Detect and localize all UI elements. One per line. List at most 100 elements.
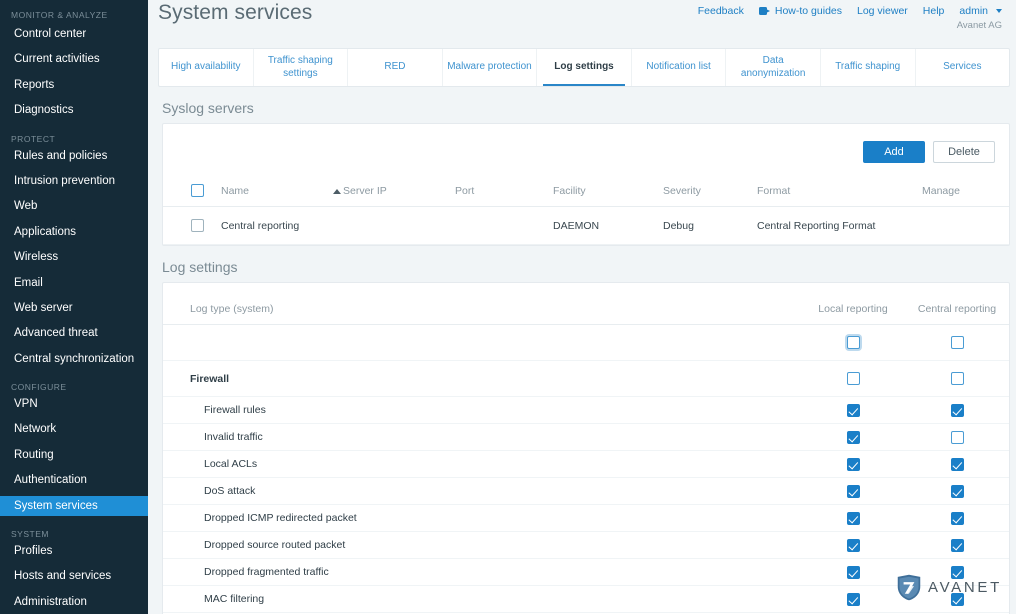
sidebar-item-web-server[interactable]: Web server bbox=[0, 298, 148, 318]
sidebar-item-administration[interactable]: Administration bbox=[0, 592, 148, 612]
tab-traffic-shaping-settings[interactable]: Traffic shaping settings bbox=[254, 49, 349, 86]
local-reporting-checkbox-mac-filtering-cell bbox=[801, 586, 905, 613]
sidebar-item-diagnostics[interactable]: Diagnostics bbox=[0, 100, 148, 120]
sidebar-item-system-services[interactable]: System services bbox=[0, 496, 148, 516]
sidebar-group-title: MONITOR & ANALYZE bbox=[0, 0, 148, 24]
master-local-reporting-checkbox[interactable] bbox=[847, 336, 860, 349]
row-manage bbox=[922, 207, 1009, 245]
column-header-port[interactable]: Port bbox=[455, 180, 553, 207]
tab-high-availability[interactable]: High availability bbox=[159, 49, 254, 86]
how-to-guides-link[interactable]: How-to guides bbox=[759, 5, 842, 17]
local-reporting-checkbox-dropped-icmp-redirected-packet[interactable] bbox=[847, 512, 860, 525]
log-type-label-dropped-source-routed-packet: Dropped source routed packet bbox=[163, 532, 801, 559]
tab-traffic-shaping[interactable]: Traffic shaping bbox=[821, 49, 916, 86]
local-reporting-checkbox-dropped-fragmented-traffic[interactable] bbox=[847, 566, 860, 579]
tab-services[interactable]: Services bbox=[916, 49, 1010, 86]
central-reporting-checkbox-dropped-fragmented-traffic-cell bbox=[905, 559, 1009, 586]
master-central-reporting-checkbox-cell bbox=[905, 325, 1009, 361]
log-group-row: Firewall bbox=[163, 361, 1009, 397]
sidebar-group: MONITOR & ANALYZEControl center Current a… bbox=[0, 0, 148, 120]
sidebar-item-central-synchronization[interactable]: Central synchronization bbox=[0, 349, 148, 369]
master-central-reporting-checkbox[interactable] bbox=[951, 336, 964, 349]
log-type-row: Dropped ICMP redirected packet bbox=[163, 505, 1009, 532]
application-window: MONITOR & ANALYZEControl center Current a… bbox=[0, 0, 1024, 614]
row-select-checkbox[interactable] bbox=[191, 219, 204, 232]
local-reporting-checkbox-dropped-source-routed-packet[interactable] bbox=[847, 539, 860, 552]
tab-bar: High availabilityTraffic shaping setting… bbox=[158, 48, 1010, 87]
sidebar-item-reports[interactable]: Reports bbox=[0, 75, 148, 95]
sidebar-item-rules-and-policies[interactable]: Rules and policies bbox=[0, 146, 148, 166]
table-row[interactable]: Central reportingDAEMONDebugCentral Repo… bbox=[163, 207, 1009, 245]
sidebar-item-routing[interactable]: Routing bbox=[0, 445, 148, 465]
central-reporting-checkbox-mac-filtering[interactable] bbox=[951, 593, 964, 606]
central-reporting-checkbox-dropped-source-routed-packet[interactable] bbox=[951, 539, 964, 552]
sidebar-item-authentication[interactable]: Authentication bbox=[0, 470, 148, 490]
central-reporting-checkbox-firewall-rules[interactable] bbox=[951, 404, 964, 417]
feedback-link[interactable]: Feedback bbox=[698, 5, 744, 17]
sidebar-item-hosts-and-services[interactable]: Hosts and services bbox=[0, 566, 148, 586]
tab-notification-list[interactable]: Notification list bbox=[632, 49, 727, 86]
tab-data-anonymization[interactable]: Data anonymization bbox=[726, 49, 821, 86]
syslog-section-title: Syslog servers bbox=[162, 100, 1024, 116]
local-reporting-checkbox-local-acls[interactable] bbox=[847, 458, 860, 471]
central-reporting-checkbox-invalid-traffic[interactable] bbox=[951, 431, 964, 444]
log-type-label-firewall: Firewall bbox=[163, 361, 801, 397]
local-reporting-checkbox-dos-attack[interactable] bbox=[847, 485, 860, 498]
central-reporting-checkbox-local-acls[interactable] bbox=[951, 458, 964, 471]
tab-log-settings[interactable]: Log settings bbox=[537, 49, 632, 86]
syslog-select-all-checkbox[interactable] bbox=[191, 184, 204, 197]
column-header-name[interactable]: Name bbox=[221, 180, 333, 207]
central-reporting-checkbox-firewall-cell bbox=[905, 361, 1009, 397]
master-local-reporting-checkbox-cell bbox=[801, 325, 905, 361]
sidebar-item-email[interactable]: Email bbox=[0, 273, 148, 293]
admin-label: admin bbox=[959, 5, 988, 17]
row-sort-spacer bbox=[333, 207, 343, 245]
sidebar-item-advanced-threat[interactable]: Advanced threat bbox=[0, 323, 148, 343]
sidebar-item-intrusion-prevention[interactable]: Intrusion prevention bbox=[0, 171, 148, 191]
local-reporting-checkbox-local-acls-cell bbox=[801, 451, 905, 478]
log-viewer-link[interactable]: Log viewer bbox=[857, 5, 908, 17]
column-header-server-ip[interactable]: Server IP bbox=[343, 180, 455, 207]
local-reporting-checkbox-dropped-source-routed-packet-cell bbox=[801, 532, 905, 559]
organization-name: Avanet AG bbox=[957, 20, 1002, 31]
local-reporting-checkbox-firewall-cell bbox=[801, 361, 905, 397]
log-type-row: Dropped source routed packet bbox=[163, 532, 1009, 559]
page-right-edge bbox=[1016, 0, 1024, 614]
sidebar-item-wireless[interactable]: Wireless bbox=[0, 247, 148, 267]
central-reporting-checkbox-firewall[interactable] bbox=[951, 372, 964, 385]
add-button[interactable]: Add bbox=[863, 141, 925, 163]
tab-red[interactable]: RED bbox=[348, 49, 443, 86]
sidebar-item-applications[interactable]: Applications bbox=[0, 222, 148, 242]
sidebar-item-current-activities[interactable]: Current activities bbox=[0, 49, 148, 69]
local-reporting-checkbox-invalid-traffic-cell bbox=[801, 424, 905, 451]
sidebar-item-profiles[interactable]: Profiles bbox=[0, 541, 148, 561]
central-reporting-checkbox-dos-attack[interactable] bbox=[951, 485, 964, 498]
row-severity: Debug bbox=[663, 207, 757, 245]
local-reporting-checkbox-dropped-fragmented-traffic-cell bbox=[801, 559, 905, 586]
central-reporting-checkbox-dropped-icmp-redirected-packet-cell bbox=[905, 505, 1009, 532]
local-reporting-checkbox-firewall-rules[interactable] bbox=[847, 404, 860, 417]
column-header-format[interactable]: Format bbox=[757, 180, 922, 207]
column-header-facility[interactable]: Facility bbox=[553, 180, 663, 207]
row-server-ip bbox=[343, 207, 455, 245]
central-reporting-checkbox-dropped-fragmented-traffic[interactable] bbox=[951, 566, 964, 579]
admin-menu[interactable]: admin bbox=[959, 5, 1002, 17]
delete-button[interactable]: Delete bbox=[933, 141, 995, 163]
sidebar-item-web[interactable]: Web bbox=[0, 196, 148, 216]
sidebar-item-network[interactable]: Network bbox=[0, 419, 148, 439]
central-reporting-checkbox-dropped-source-routed-packet-cell bbox=[905, 532, 1009, 559]
central-reporting-checkbox-firewall-rules-cell bbox=[905, 397, 1009, 424]
local-reporting-checkbox-firewall[interactable] bbox=[847, 372, 860, 385]
help-link[interactable]: Help bbox=[923, 5, 945, 17]
log-type-label-local-acls: Local ACLs bbox=[163, 451, 801, 478]
column-header-severity[interactable]: Severity bbox=[663, 180, 757, 207]
sidebar-item-vpn[interactable]: VPN bbox=[0, 394, 148, 414]
local-reporting-checkbox-invalid-traffic[interactable] bbox=[847, 431, 860, 444]
column-header-local-reporting: Local reporting bbox=[801, 283, 905, 325]
tab-malware-protection[interactable]: Malware protection bbox=[443, 49, 538, 86]
sidebar-item-control-center[interactable]: Control center bbox=[0, 24, 148, 44]
local-reporting-checkbox-mac-filtering[interactable] bbox=[847, 593, 860, 606]
log-settings-header-row: Log type (system) Local reporting Centra… bbox=[163, 283, 1009, 325]
central-reporting-checkbox-dropped-icmp-redirected-packet[interactable] bbox=[951, 512, 964, 525]
row-format: Central Reporting Format bbox=[757, 207, 922, 245]
